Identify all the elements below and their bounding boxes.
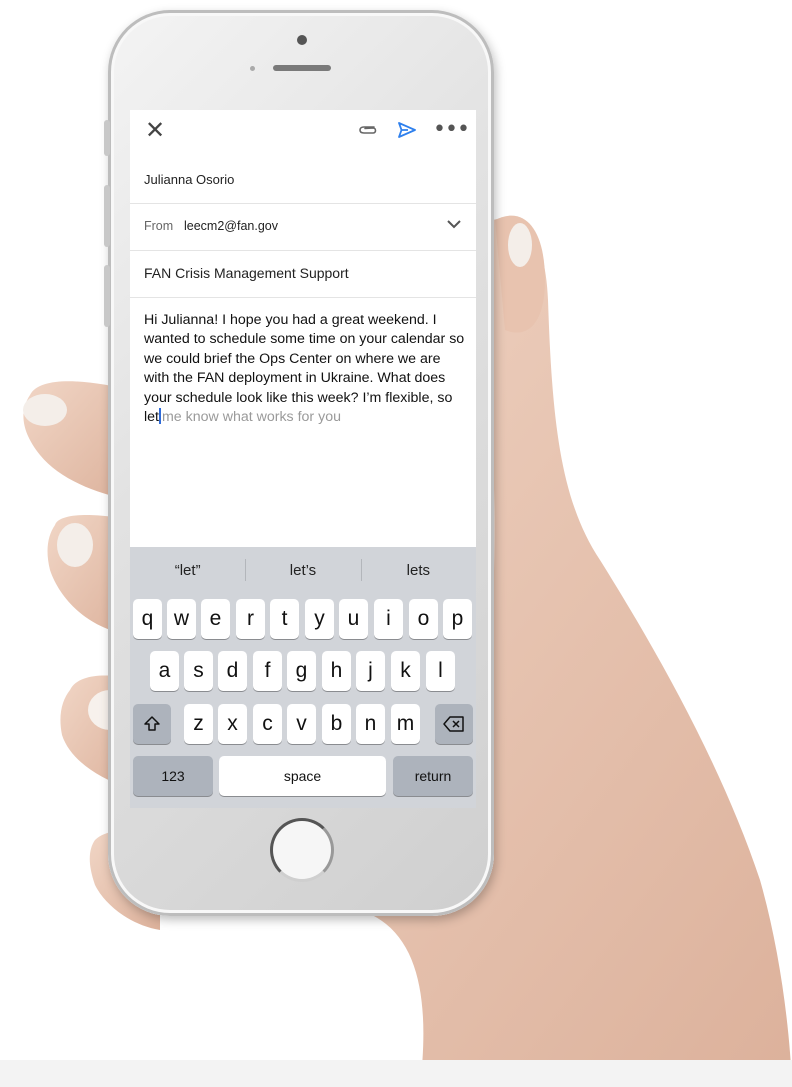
key-k[interactable]: k (391, 651, 420, 691)
key-m[interactable]: m (391, 704, 420, 744)
key-i[interactable]: i (374, 599, 403, 639)
key-y[interactable]: y (305, 599, 334, 639)
key-a[interactable]: a (150, 651, 179, 691)
front-camera (297, 35, 307, 45)
backspace-key[interactable] (435, 704, 473, 744)
key-q[interactable]: q (133, 599, 162, 639)
shift-key[interactable] (133, 704, 171, 744)
from-email: leecm2@fan.gov (184, 219, 278, 233)
volume-down-button (104, 265, 110, 327)
key-row-4: 123 space return (130, 756, 476, 796)
key-j[interactable]: j (356, 651, 385, 691)
text-cursor (158, 408, 161, 425)
key-e[interactable]: e (201, 599, 230, 639)
recipient-name: Julianna Osorio (144, 172, 235, 187)
proximity-sensor (250, 66, 255, 71)
key-row-1: q w e r t y u i o p (130, 599, 476, 639)
paperclip-icon[interactable] (353, 116, 383, 144)
more-icon[interactable]: ••• (433, 116, 470, 144)
shift-icon (144, 716, 160, 731)
smart-compose-suggestion: me know what works for you (161, 409, 341, 426)
send-icon[interactable] (392, 116, 422, 144)
on-screen-keyboard: “let” let’s lets q w e r t y u i o p a s… (130, 547, 476, 808)
mute-switch (104, 120, 110, 156)
key-row-2: a s d f g h j k l (130, 651, 476, 691)
key-d[interactable]: d (218, 651, 247, 691)
key-l[interactable]: l (426, 651, 455, 691)
return-key[interactable]: return (393, 756, 473, 796)
key-z[interactable]: z (184, 704, 213, 744)
volume-up-button (104, 185, 110, 247)
key-o[interactable]: o (409, 599, 438, 639)
prediction-1[interactable]: “let” (130, 547, 245, 593)
from-field[interactable]: From leecm2@fan.gov (130, 203, 476, 251)
key-t[interactable]: t (270, 599, 299, 639)
key-v[interactable]: v (287, 704, 316, 744)
key-u[interactable]: u (339, 599, 368, 639)
key-x[interactable]: x (218, 704, 247, 744)
compose-toolbar: ✕ ••• (130, 110, 476, 150)
earpiece-speaker (273, 65, 331, 71)
to-field[interactable]: Julianna Osorio (130, 162, 476, 204)
key-f[interactable]: f (253, 651, 282, 691)
key-r[interactable]: r (236, 599, 265, 639)
numbers-key[interactable]: 123 (133, 756, 213, 796)
subject-field[interactable]: FAN Crisis Management Support (130, 250, 476, 298)
email-compose-screen: ✕ ••• Julianna Osorio From leecm2@fan.go… (130, 110, 476, 808)
from-label: From (144, 219, 174, 233)
key-n[interactable]: n (356, 704, 385, 744)
key-w[interactable]: w (167, 599, 196, 639)
close-icon[interactable]: ✕ (140, 116, 170, 144)
backspace-icon (443, 716, 464, 732)
key-b[interactable]: b (322, 704, 351, 744)
space-key[interactable]: space (219, 756, 386, 796)
prediction-2[interactable]: let’s (245, 547, 360, 593)
prediction-3[interactable]: lets (360, 547, 476, 593)
message-body[interactable]: Hi Julianna! I hope you had a great week… (144, 311, 466, 427)
key-row-3: z x c v b n m (130, 704, 476, 744)
home-button[interactable] (270, 818, 334, 882)
chevron-down-icon[interactable] (444, 214, 464, 234)
key-c[interactable]: c (253, 704, 282, 744)
key-h[interactable]: h (322, 651, 351, 691)
predictive-bar: “let” let’s lets (130, 547, 476, 593)
key-p[interactable]: p (443, 599, 472, 639)
key-g[interactable]: g (287, 651, 316, 691)
background-edge (0, 1060, 792, 1087)
subject-text: FAN Crisis Management Support (144, 265, 349, 281)
key-s[interactable]: s (184, 651, 213, 691)
